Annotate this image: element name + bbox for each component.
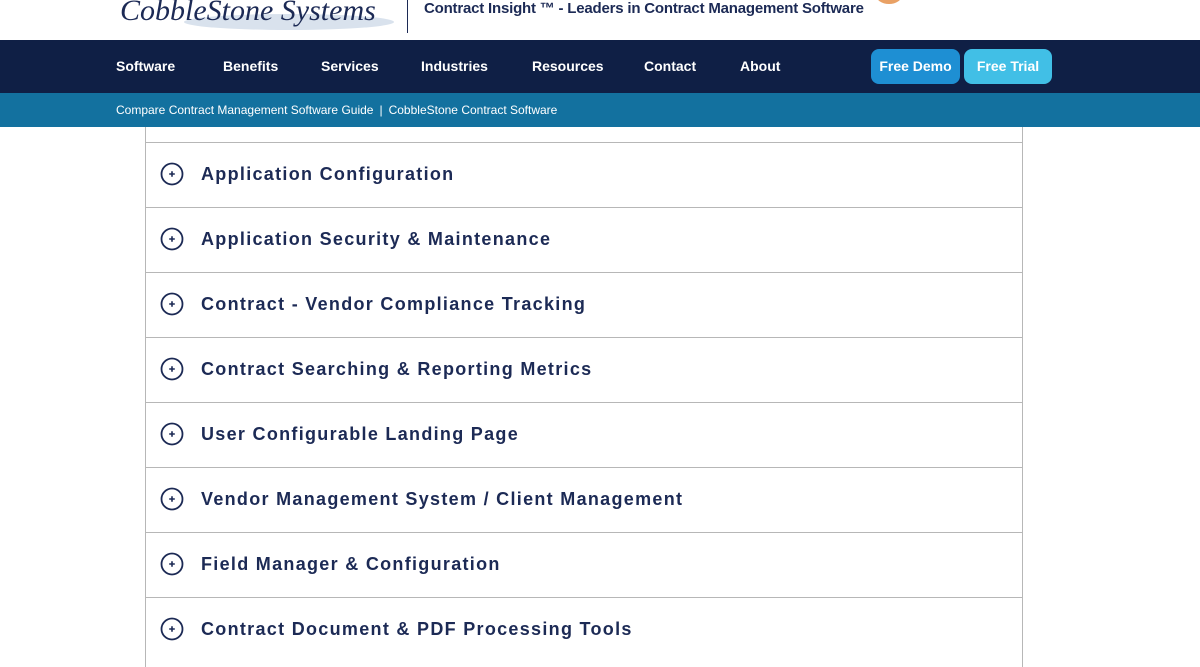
plus-circle-icon: [160, 552, 184, 576]
accordion-item-label: Application Security & Maintenance: [201, 229, 552, 249]
accordion-item-label: Field Manager & Configuration: [201, 554, 501, 574]
feature-accordion: Application Configuration Application Se…: [145, 127, 1023, 667]
accordion-item-searching-reporting[interactable]: Contract Searching & Reporting Metrics: [146, 337, 1022, 401]
accordion-item-label: Contract - Vendor Compliance Tracking: [201, 294, 587, 314]
accordion-item-label: Application Configuration: [201, 164, 455, 184]
accordion-item-label: Contract Document & PDF Processing Tools: [201, 619, 633, 639]
accordion-item-document-pdf-tools[interactable]: Contract Document & PDF Processing Tools: [146, 597, 1022, 661]
nav-item-industries[interactable]: Industries: [421, 58, 488, 74]
plus-circle-icon: [160, 162, 184, 186]
accordion-item-field-manager[interactable]: Field Manager & Configuration: [146, 532, 1022, 596]
header-divider: [407, 0, 408, 33]
free-demo-button[interactable]: Free Demo: [871, 49, 960, 84]
plus-circle-icon: [160, 487, 184, 511]
accordion-item-label: Contract Searching & Reporting Metrics: [201, 359, 593, 379]
free-trial-button[interactable]: Free Trial: [964, 49, 1052, 84]
plus-circle-icon: [160, 617, 184, 641]
breadcrumb: Compare Contract Management Software Gui…: [116, 103, 557, 117]
accordion-item-vendor-compliance[interactable]: Contract - Vendor Compliance Tracking: [146, 272, 1022, 336]
breadcrumb-separator: |: [379, 103, 383, 117]
accordion-item-landing-page[interactable]: User Configurable Landing Page: [146, 402, 1022, 466]
main-navbar: Software Benefits Services Industries Re…: [0, 40, 1200, 93]
plus-circle-icon: [160, 227, 184, 251]
plus-circle-icon: [160, 292, 184, 316]
accordion-item-label: Vendor Management System / Client Manage…: [201, 489, 684, 509]
accordion-item-application-security[interactable]: Application Security & Maintenance: [146, 207, 1022, 271]
nav-item-software[interactable]: Software: [116, 58, 175, 74]
cobblestone-logo[interactable]: CobbleStone Systems: [120, 0, 400, 34]
plus-circle-icon: [160, 357, 184, 381]
nav-item-about[interactable]: About: [740, 58, 780, 74]
logo-text: CobbleStone Systems: [120, 0, 376, 27]
nav-item-contact[interactable]: Contact: [644, 58, 696, 74]
nav-item-resources[interactable]: Resources: [532, 58, 604, 74]
header-tagline: Contract Insight ™ - Leaders in Contract…: [424, 0, 864, 17]
breadcrumb-current: CobbleStone Contract Software: [388, 103, 558, 117]
breadcrumb-link[interactable]: Compare Contract Management Software Gui…: [116, 103, 373, 117]
nav-item-services[interactable]: Services: [321, 58, 379, 74]
top-header: CobbleStone Systems Contract Insight ™ -…: [0, 0, 1200, 40]
orange-badge-icon: [876, 0, 902, 4]
nav-item-benefits[interactable]: Benefits: [223, 58, 278, 74]
accordion-item-vendor-management[interactable]: Vendor Management System / Client Manage…: [146, 467, 1022, 531]
accordion-item-label: User Configurable Landing Page: [201, 424, 520, 444]
plus-circle-icon: [160, 422, 184, 446]
accordion-item-application-configuration[interactable]: Application Configuration: [146, 142, 1022, 206]
breadcrumb-bar: Compare Contract Management Software Gui…: [0, 93, 1200, 127]
